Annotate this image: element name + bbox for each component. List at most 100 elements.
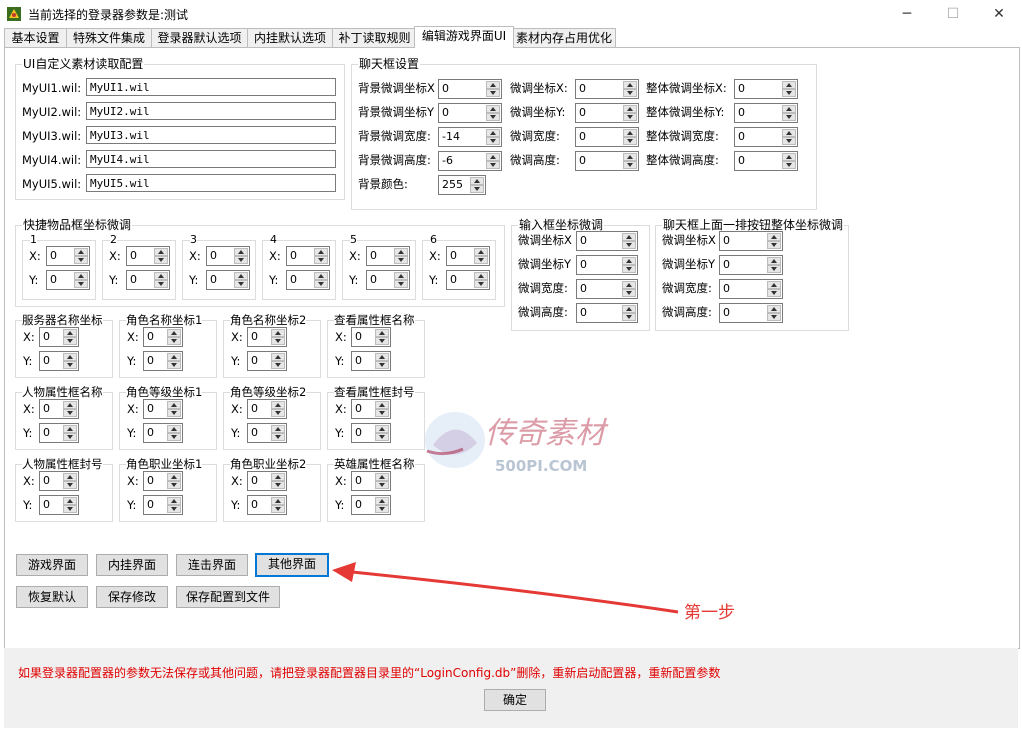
spin-up-icon[interactable]: [486, 81, 500, 89]
spin-down-icon[interactable]: [63, 409, 77, 417]
tab-plugin-defaults[interactable]: 内挂默认选项: [247, 28, 333, 47]
spin-up-icon[interactable]: [622, 233, 636, 241]
coord-10-y[interactable]: 0: [247, 495, 287, 515]
spin-arrows[interactable]: [63, 497, 77, 513]
spin-arrows[interactable]: [167, 425, 181, 441]
spin-arrows[interactable]: [167, 353, 181, 369]
spin-up-icon[interactable]: [474, 272, 488, 280]
spin-down-icon[interactable]: [394, 280, 408, 288]
spin-arrows[interactable]: [622, 257, 636, 273]
spin-arrows[interactable]: [623, 153, 637, 169]
spin-arrows[interactable]: [271, 497, 285, 513]
chat-col1-spin-2[interactable]: -14: [438, 127, 502, 147]
close-button[interactable]: ✕: [976, 0, 1022, 28]
quick-slot-5-y[interactable]: 0: [446, 270, 490, 290]
spin-down-icon[interactable]: [767, 241, 781, 249]
spin-arrows[interactable]: [474, 272, 488, 288]
spin-up-icon[interactable]: [767, 257, 781, 265]
spin-down-icon[interactable]: [623, 137, 637, 145]
spin-arrows[interactable]: [782, 153, 796, 169]
spin-arrows[interactable]: [375, 425, 389, 441]
spin-arrows[interactable]: [314, 248, 328, 264]
coord-8-y[interactable]: 0: [39, 495, 79, 515]
spin-down-icon[interactable]: [154, 280, 168, 288]
spin-down-icon[interactable]: [63, 433, 77, 441]
spin-up-icon[interactable]: [167, 329, 181, 337]
spin-arrows[interactable]: [394, 272, 408, 288]
coord-7-y[interactable]: 0: [351, 423, 391, 443]
spin-down-icon[interactable]: [782, 161, 796, 169]
spin-up-icon[interactable]: [63, 401, 77, 409]
coord-6-y[interactable]: 0: [247, 423, 287, 443]
spin-down-icon[interactable]: [63, 481, 77, 489]
coord-9-y[interactable]: 0: [143, 495, 183, 515]
spin-arrows[interactable]: [63, 425, 77, 441]
spin-down-icon[interactable]: [767, 265, 781, 273]
spin-arrows[interactable]: [234, 272, 248, 288]
spin-arrows[interactable]: [375, 353, 389, 369]
quick-slot-4-y[interactable]: 0: [366, 270, 410, 290]
spin-arrows[interactable]: [74, 272, 88, 288]
chat-col2-spin-0[interactable]: 0: [575, 79, 639, 99]
spin-down-icon[interactable]: [486, 113, 500, 121]
spin-arrows[interactable]: [154, 272, 168, 288]
spin-down-icon[interactable]: [314, 256, 328, 264]
spin-down-icon[interactable]: [154, 256, 168, 264]
spin-down-icon[interactable]: [74, 256, 88, 264]
spin-down-icon[interactable]: [474, 280, 488, 288]
chat-col1-spin-3[interactable]: -6: [438, 151, 502, 171]
spin-down-icon[interactable]: [782, 137, 796, 145]
spin-up-icon[interactable]: [167, 497, 181, 505]
spin-arrows[interactable]: [767, 281, 781, 297]
coord-7-x[interactable]: 0: [351, 399, 391, 419]
spin-down-icon[interactable]: [375, 361, 389, 369]
coord-0-x[interactable]: 0: [39, 327, 79, 347]
spin-up-icon[interactable]: [271, 473, 285, 481]
chat-col1-spin-0[interactable]: 0: [438, 79, 502, 99]
spin-up-icon[interactable]: [486, 129, 500, 137]
spin-down-icon[interactable]: [271, 433, 285, 441]
spin-down-icon[interactable]: [63, 361, 77, 369]
spin-up-icon[interactable]: [154, 272, 168, 280]
spin-up-icon[interactable]: [623, 81, 637, 89]
spin-up-icon[interactable]: [767, 281, 781, 289]
spin-down-icon[interactable]: [622, 289, 636, 297]
quick-slot-5-x[interactable]: 0: [446, 246, 490, 266]
spin-down-icon[interactable]: [486, 161, 500, 169]
minimize-button[interactable]: ─: [884, 0, 930, 28]
spin-arrows[interactable]: [271, 473, 285, 489]
spin-up-icon[interactable]: [271, 497, 285, 505]
chat-col3-spin-0[interactable]: 0: [734, 79, 798, 99]
spin-down-icon[interactable]: [782, 113, 796, 121]
spin-up-icon[interactable]: [375, 353, 389, 361]
restore-default-button[interactable]: 恢复默认: [16, 586, 88, 608]
input-box-spin-2[interactable]: 0: [576, 279, 638, 299]
quick-slot-3-x[interactable]: 0: [286, 246, 330, 266]
tab-memory-opt[interactable]: 素材内存占用优化: [512, 28, 616, 47]
combo-ui-button[interactable]: 连击界面: [176, 554, 248, 576]
spin-up-icon[interactable]: [375, 425, 389, 433]
spin-arrows[interactable]: [63, 473, 77, 489]
spin-up-icon[interactable]: [63, 425, 77, 433]
spin-down-icon[interactable]: [623, 113, 637, 121]
spin-down-icon[interactable]: [622, 241, 636, 249]
spin-down-icon[interactable]: [375, 337, 389, 345]
maximize-button[interactable]: ☐: [930, 0, 976, 28]
spin-down-icon[interactable]: [271, 361, 285, 369]
ui-field-5[interactable]: MyUI5.wil: [86, 174, 336, 192]
spin-arrows[interactable]: [63, 401, 77, 417]
ui-field-1[interactable]: MyUI1.wil: [86, 78, 336, 96]
tab-basic[interactable]: 基本设置: [4, 28, 67, 47]
chat-col3-spin-3[interactable]: 0: [734, 151, 798, 171]
chat-top-spin-1[interactable]: 0: [719, 255, 783, 275]
spin-up-icon[interactable]: [375, 497, 389, 505]
spin-down-icon[interactable]: [474, 256, 488, 264]
quick-slot-2-x[interactable]: 0: [206, 246, 250, 266]
coord-0-y[interactable]: 0: [39, 351, 79, 371]
spin-arrows[interactable]: [234, 248, 248, 264]
spin-down-icon[interactable]: [167, 337, 181, 345]
spin-up-icon[interactable]: [474, 248, 488, 256]
chat-col3-spin-2[interactable]: 0: [734, 127, 798, 147]
spin-down-icon[interactable]: [167, 505, 181, 513]
quick-slot-0-y[interactable]: 0: [46, 270, 90, 290]
